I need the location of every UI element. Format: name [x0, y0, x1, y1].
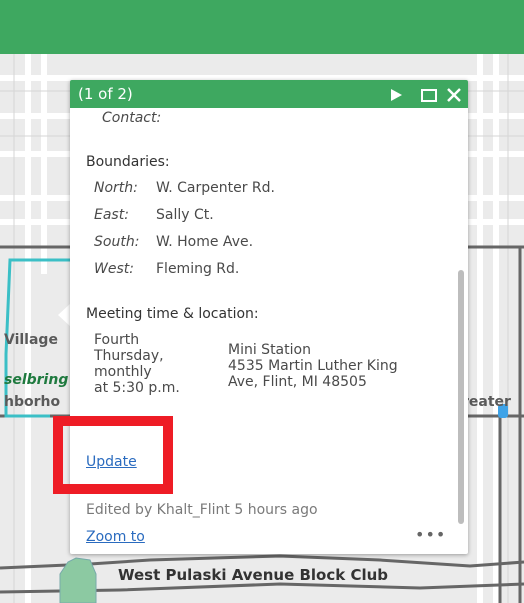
- boundaries-heading: Boundaries:: [86, 154, 170, 170]
- meeting-time-line: at 5:30 p.m.: [94, 380, 180, 396]
- meeting-time: Fourth Thursday, monthly at 5:30 p.m.: [94, 332, 180, 396]
- meeting-location-line: Mini Station: [228, 342, 311, 358]
- map-label-greater: reater: [462, 394, 511, 410]
- popup-title: (1 of 2): [78, 85, 133, 103]
- map-label-pulaski: West Pulaski Avenue Block Club: [118, 566, 389, 584]
- boundary-west: West: Fleming Rd.: [94, 261, 239, 277]
- map-label-village: Village: [4, 332, 58, 348]
- more-options-icon[interactable]: •••: [415, 525, 446, 544]
- meeting-location: Mini Station 4535 Martin Luther King Ave…: [228, 342, 398, 390]
- meeting-location-line: 4535 Martin Luther King: [228, 358, 398, 374]
- boundary-value: W. Home Ave.: [156, 234, 254, 250]
- boundary-label: West:: [94, 261, 134, 277]
- play-icon[interactable]: [387, 85, 405, 103]
- highlight-box: [53, 416, 173, 494]
- meeting-heading: Meeting time & location:: [86, 306, 259, 322]
- top-banner: [0, 0, 524, 54]
- meeting-time-line: Thursday,: [94, 348, 164, 364]
- boundary-value: Fleming Rd.: [156, 261, 240, 277]
- popup-header: (1 of 2): [70, 80, 468, 108]
- meeting-time-line: monthly: [94, 364, 152, 380]
- boundary-label: North:: [94, 180, 138, 196]
- map-label-neighborhood: hborho: [4, 394, 61, 410]
- boundary-label: East:: [94, 207, 129, 223]
- boundary-value: W. Carpenter Rd.: [156, 180, 275, 196]
- boundary-value: Sally Ct.: [156, 207, 214, 223]
- meeting-location-line: Ave, Flint, MI 48505: [228, 374, 367, 390]
- popup-scrollbar[interactable]: [458, 270, 464, 524]
- boundary-east: East: Sally Ct.: [94, 207, 214, 223]
- boundary-south: South: W. Home Ave.: [94, 234, 253, 250]
- boundary-label: South:: [94, 234, 140, 250]
- edited-info: Edited by Khalt_Flint 5 hours ago: [86, 502, 318, 518]
- close-icon[interactable]: [445, 85, 463, 103]
- zoom-to-link[interactable]: Zoom to: [86, 529, 145, 545]
- map-label-selbring: selbring: [4, 372, 69, 388]
- meeting-time-line: Fourth: [94, 332, 140, 348]
- maximize-icon[interactable]: [420, 85, 438, 103]
- contact-label: Contact:: [102, 110, 162, 126]
- boundary-north: North: W. Carpenter Rd.: [94, 180, 275, 196]
